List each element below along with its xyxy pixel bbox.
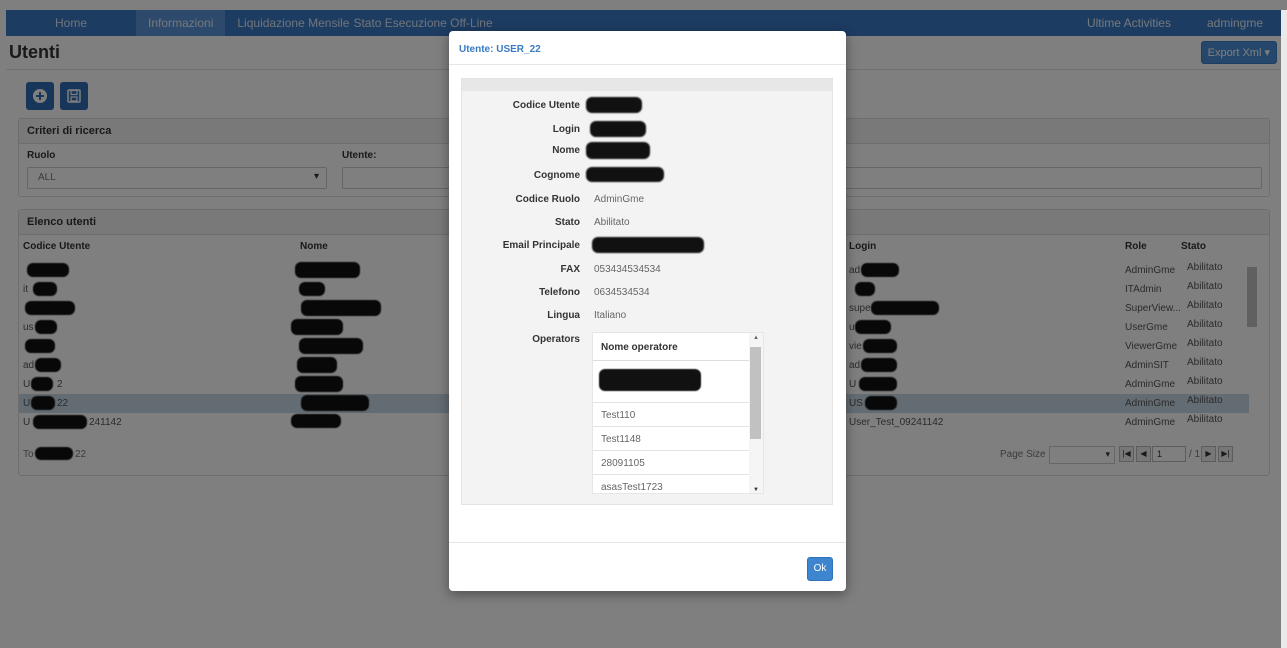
operators-scrollbar[interactable]: ▲ ▼ [749, 333, 763, 493]
scroll-down-icon[interactable]: ▼ [753, 487, 759, 493]
list-item[interactable]: Test110 [593, 403, 763, 427]
field-value: Abilitato [594, 217, 630, 228]
field-label: FAX [560, 264, 580, 275]
list-item[interactable]: 28091105 [593, 451, 763, 475]
redacted-block [590, 121, 646, 137]
operators-scrollbar-thumb[interactable] [750, 347, 761, 439]
field-label: Email Principale [502, 240, 580, 251]
operator-name: asasTest1723 [601, 482, 663, 493]
redacted-block [592, 237, 704, 253]
user-detail-panel: Codice Utente Login Nome Cognome Codice … [461, 78, 833, 505]
modal-title: Utente: USER_22 [459, 44, 541, 55]
list-item[interactable] [593, 361, 763, 403]
panel-top-strip [462, 79, 832, 91]
redacted-block [586, 167, 664, 182]
field-label: Codice Ruolo [515, 194, 580, 205]
modal-footer: Ok [449, 542, 846, 591]
field-label: Login [552, 124, 580, 135]
field-label: Lingua [547, 310, 580, 321]
field-label: Cognome [533, 170, 580, 181]
field-value: Italiano [594, 310, 627, 321]
field-label: Nome [552, 145, 580, 156]
ok-button[interactable]: Ok [807, 557, 833, 581]
field-telefono: Telefono 0634534534 [462, 286, 834, 302]
field-label: Operators [532, 334, 580, 345]
field-fax: FAX 053434534534 [462, 263, 834, 279]
operator-name: Test110 [601, 410, 636, 421]
operators-list[interactable]: Nome operatore Test110 Test1148 28091105… [592, 332, 764, 494]
field-value: 0634534534 [594, 287, 650, 298]
list-item[interactable]: Test1148 [593, 427, 763, 451]
field-email: Email Principale [462, 237, 834, 255]
redacted-block [599, 369, 701, 391]
field-nome: Nome [462, 142, 834, 160]
field-value: AdminGme [594, 194, 645, 205]
field-lingua: Lingua Italiano [462, 309, 834, 325]
field-label: Stato [555, 217, 580, 228]
field-stato: Stato Abilitato [462, 216, 834, 232]
modal-header: Utente: USER_22 [449, 31, 846, 65]
redacted-block [586, 142, 650, 159]
field-cognome: Cognome [462, 167, 834, 185]
list-item[interactable]: asasTest1723 [593, 475, 763, 493]
field-login: Login [462, 121, 834, 139]
redacted-block [586, 97, 642, 113]
operator-name: Test1148 [601, 434, 641, 445]
page-scrollbar[interactable] [1281, 10, 1287, 648]
operator-name: 28091105 [601, 458, 645, 469]
field-value: 053434534534 [594, 264, 661, 275]
field-label: Telefono [539, 287, 580, 298]
operators-header: Nome operatore [593, 333, 763, 361]
field-codice-utente: Codice Utente [462, 97, 834, 115]
field-label: Codice Utente [512, 100, 580, 111]
user-detail-modal: Utente: USER_22 Codice Utente Login Nome… [449, 31, 846, 591]
field-codice-ruolo: Codice Ruolo AdminGme [462, 193, 834, 209]
scroll-up-icon[interactable]: ▲ [753, 335, 759, 341]
